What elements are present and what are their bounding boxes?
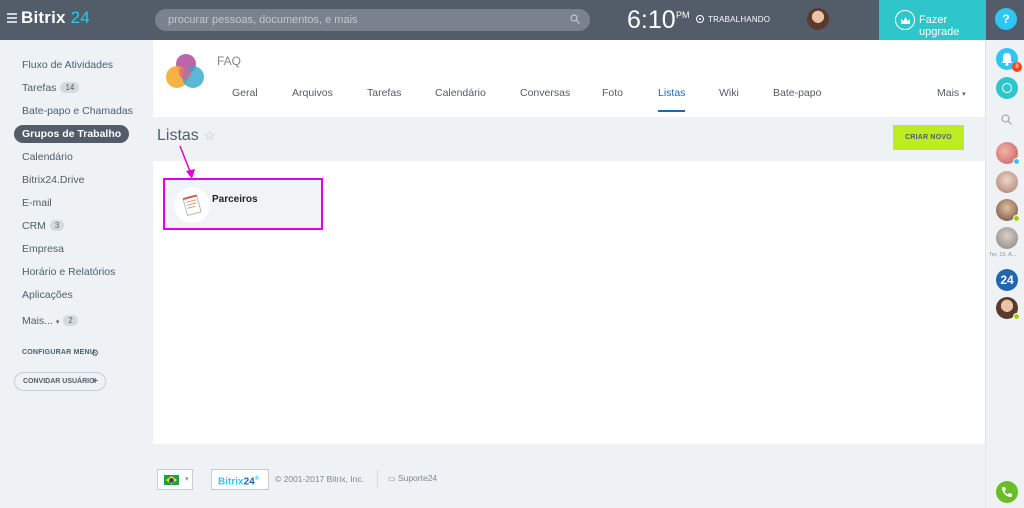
top-bar: Bitrix 24 6:10PM TRABALHANDO Fazer upgra… [0,0,1024,40]
tab-lists[interactable]: Listas [658,87,686,112]
group-header: FAQ Geral Arquivos Tarefas Calendário Co… [153,40,985,117]
messenger-button[interactable] [996,77,1018,99]
bitrix24-chat-button[interactable]: 24 [996,269,1018,291]
footer: ▾ Bitrix24® © 2001-2017 Bitrix, Inc. ▭ S… [153,444,985,508]
brazil-flag-icon [164,475,179,485]
left-menu: Fluxo de Atividades Tarefas 14 Bate-papo … [0,40,153,508]
group-title[interactable]: FAQ [217,54,241,68]
plus-icon: + [92,376,98,387]
group-tabs: Geral Arquivos Tarefas Calendário Conver… [153,87,985,112]
lists-container: Parceiros [153,161,985,444]
notification-badge: 8 [1012,62,1022,72]
create-new-button[interactable]: CRIAR NOVO [893,125,964,150]
sidebar-item-company[interactable]: Empresa [14,240,64,258]
list-item-label: Parceiros [212,194,258,205]
notepad-icon [174,187,210,223]
search-box[interactable] [155,9,590,31]
clock[interactable]: 6:10 PM [627,6,690,35]
app-logo[interactable]: Bitrix 24 [21,8,90,28]
sidebar-item-activity-stream[interactable]: Fluxo de Atividades [14,56,113,74]
tab-chat[interactable]: Bate-papo [773,87,821,99]
chevron-down-icon: ▾ [962,91,966,98]
copyright-text: © 2001-2017 Bitrix, Inc. [275,474,364,484]
counter-badge: 14 [60,82,80,93]
support-link[interactable]: ▭ Suporte24 [388,473,437,483]
language-selector[interactable]: ▾ [157,469,193,490]
page-title-bar: Listas ☆ CRIAR NOVO [153,117,985,161]
sidebar-item-chat[interactable]: Bate-papo e Chamadas [14,102,133,120]
contact-avatar[interactable] [996,142,1020,165]
tab-conversations[interactable]: Conversas [520,87,570,99]
tab-photo[interactable]: Foto [602,87,623,99]
bitrix24-logo[interactable]: Bitrix24® [211,469,269,490]
status-icon [696,15,704,23]
chevron-down-icon: ▾ [185,476,189,483]
contact-avatar[interactable] [996,199,1020,222]
counter-badge: 2 [63,315,78,326]
search-icon[interactable] [570,14,580,24]
tab-files[interactable]: Arquivos [292,87,333,99]
right-sidebar: 8 Ter, 15. A... 24 [985,40,1024,508]
group-logo[interactable] [165,53,205,89]
contact-avatar[interactable] [996,297,1020,320]
sidebar-item-crm[interactable]: CRM 3 [14,217,65,235]
sidebar-item-time-reports[interactable]: Horário e Relatórios [14,263,115,281]
work-status[interactable]: TRABALHANDO [696,15,770,24]
help-button[interactable]: ? [995,8,1017,30]
crown-icon [895,10,915,30]
tab-wiki[interactable]: Wiki [719,87,739,99]
chat-bubble-icon: ▭ [388,474,396,483]
phone-button[interactable] [996,481,1018,503]
list-item[interactable]: Parceiros [163,178,323,230]
contact-avatar[interactable] [996,171,1018,193]
sidebar-item-applications[interactable]: Aplicações [14,286,73,304]
menu-icon[interactable] [7,13,17,23]
tab-calendar[interactable]: Calendário [435,87,486,99]
sidebar-item-more[interactable]: Mais... ▾ 2 [14,312,78,330]
star-icon[interactable]: ☆ [204,128,216,144]
chevron-down-icon: ▾ [55,319,60,326]
last-seen-date: Ter, 15. A... [989,252,1017,258]
user-avatar[interactable] [807,8,829,30]
sidebar-item-calendar[interactable]: Calendário [14,148,73,166]
sidebar-item-workgroups[interactable]: Grupos de Trabalho [14,125,130,143]
invite-user-button[interactable]: CONVIDAR USUÁRIO + [14,372,106,391]
sidebar-item-email[interactable]: E-mail [14,194,52,212]
tab-more[interactable]: Mais ▾ [937,87,966,99]
search-input[interactable] [155,9,555,31]
sidebar-item-drive[interactable]: Bitrix24.Drive [14,171,84,189]
upgrade-button[interactable]: Fazer upgrade [879,0,986,40]
phone-icon [1002,487,1012,497]
tab-general[interactable]: Geral [232,87,258,99]
sidebar-item-tasks[interactable]: Tarefas 14 [14,79,80,97]
counter-badge: 3 [49,220,65,231]
contact-avatar[interactable] [996,227,1018,249]
gear-icon[interactable]: ⚙ [91,348,99,359]
annotation-arrow [179,145,195,179]
clock-ampm: PM [676,10,690,20]
page-title: Listas [157,127,199,144]
notifications-button[interactable]: 8 [996,48,1022,72]
search-icon[interactable] [1001,114,1012,125]
tab-tasks[interactable]: Tarefas [367,87,401,99]
configure-menu-link[interactable]: CONFIGURAR MENU [22,349,95,356]
